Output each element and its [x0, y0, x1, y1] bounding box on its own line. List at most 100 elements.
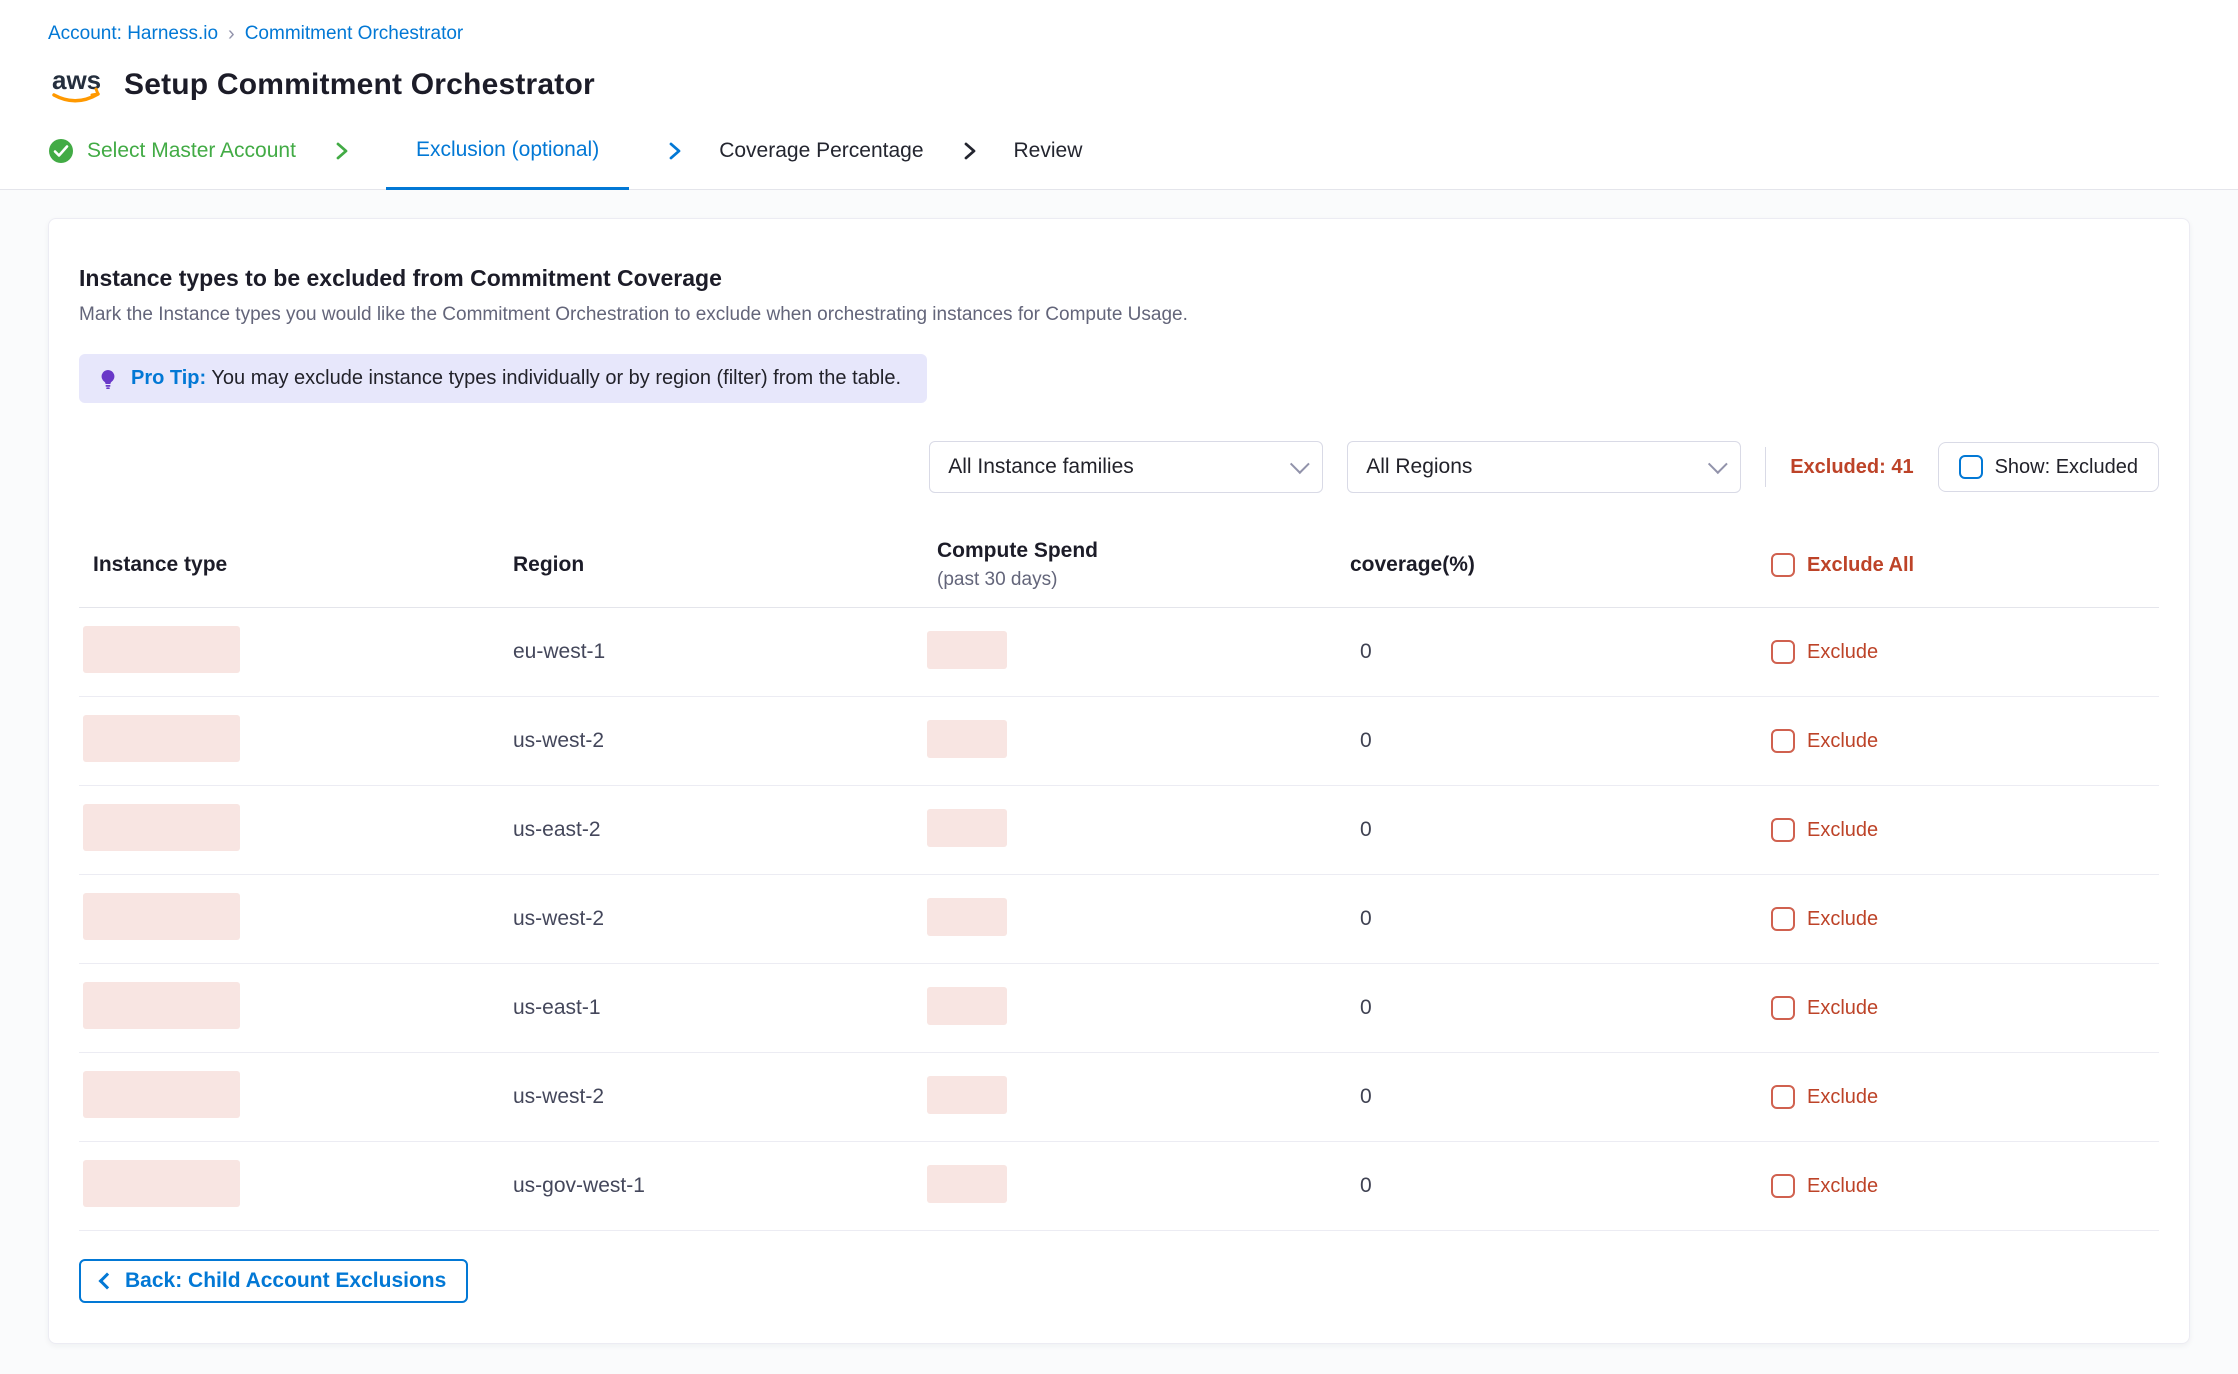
row-region: us-west-2	[513, 729, 604, 752]
title-row: aws Setup Commitment Orchestrator	[48, 58, 2190, 112]
table-row: us-west-2 0 Exclude	[79, 697, 2159, 786]
chevron-down-icon	[1290, 454, 1310, 474]
back-button-label: Back: Child Account Exclusions	[125, 1269, 446, 1293]
row-exclude-label[interactable]: Exclude	[1807, 641, 1878, 664]
lightbulb-icon	[97, 368, 119, 390]
chevron-right-icon	[663, 140, 685, 162]
row-region: us-west-2	[513, 907, 604, 930]
region-cell: us-gov-west-1	[499, 1174, 923, 1198]
coverage-cell: 0	[1336, 818, 1757, 842]
row-coverage: 0	[1360, 818, 1372, 841]
instance-families-select[interactable]: All Instance families	[929, 441, 1323, 493]
exclude-cell: Exclude	[1757, 640, 2159, 664]
redacted-compute-spend	[927, 1165, 1007, 1203]
header-compute-spend-sub: (past 30 days)	[937, 569, 1336, 591]
coverage-cell: 0	[1336, 996, 1757, 1020]
instance-type-cell	[79, 893, 499, 945]
region-cell: us-east-1	[499, 996, 923, 1020]
content-area: Instance types to be excluded from Commi…	[0, 190, 2238, 1372]
step-exclusion-optional[interactable]: Exclusion (optional)	[386, 113, 629, 190]
card-subtitle: Mark the Instance types you would like t…	[79, 304, 2159, 326]
region-cell: us-west-2	[499, 1085, 923, 1109]
exclude-checkbox[interactable]	[1771, 996, 1795, 1020]
exclude-checkbox[interactable]	[1771, 1174, 1795, 1198]
step-label: Exclusion (optional)	[416, 138, 599, 162]
regions-value: All Regions	[1366, 455, 1472, 479]
show-excluded-toggle[interactable]: Show: Excluded	[1938, 442, 2159, 492]
table-row: eu-west-1 0 Exclude	[79, 608, 2159, 697]
exclude-checkbox[interactable]	[1771, 729, 1795, 753]
pro-tip-label: Pro Tip:	[131, 367, 206, 389]
exclude-all-checkbox[interactable]	[1771, 553, 1795, 577]
aws-logo-icon: aws	[48, 65, 106, 105]
row-coverage: 0	[1360, 729, 1372, 752]
chevron-right-icon	[330, 140, 352, 162]
filters-row: All Instance families All Regions Exclud…	[79, 441, 2159, 493]
region-cell: eu-west-1	[499, 640, 923, 664]
row-region: us-east-1	[513, 996, 601, 1019]
coverage-cell: 0	[1336, 1085, 1757, 1109]
exclude-cell: Exclude	[1757, 1085, 2159, 1109]
coverage-cell: 0	[1336, 907, 1757, 931]
redacted-compute-spend	[927, 631, 1007, 669]
region-cell: us-east-2	[499, 818, 923, 842]
compute-spend-cell	[923, 987, 1336, 1030]
show-excluded-checkbox[interactable]	[1959, 455, 1983, 479]
breadcrumb-separator-icon: ›	[228, 22, 235, 46]
row-region: us-gov-west-1	[513, 1174, 645, 1197]
card-title: Instance types to be excluded from Commi…	[79, 265, 2159, 292]
redacted-instance-type	[83, 715, 240, 762]
header-exclude-all: Exclude All	[1757, 553, 2159, 577]
instance-type-cell	[79, 715, 499, 767]
header-region: Region	[499, 553, 923, 577]
instance-type-cell	[79, 1071, 499, 1123]
header-compute-spend-title: Compute Spend	[937, 539, 1336, 563]
breadcrumb-page-link[interactable]: Commitment Orchestrator	[245, 22, 464, 46]
row-exclude-label[interactable]: Exclude	[1807, 1086, 1878, 1109]
step-label: Review	[1014, 139, 1083, 163]
back-button[interactable]: Back: Child Account Exclusions	[79, 1259, 468, 1303]
compute-spend-cell	[923, 1165, 1336, 1208]
row-exclude-label[interactable]: Exclude	[1807, 908, 1878, 931]
pro-tip-text: Pro Tip: You may exclude instance types …	[131, 367, 901, 390]
table-row: us-east-2 0 Exclude	[79, 786, 2159, 875]
compute-spend-cell	[923, 631, 1336, 674]
header-coverage: coverage(%)	[1336, 553, 1757, 577]
redacted-compute-spend	[927, 1076, 1007, 1114]
table-row: us-west-2 0 Exclude	[79, 1053, 2159, 1142]
compute-spend-cell	[923, 898, 1336, 941]
exclude-all-label[interactable]: Exclude All	[1807, 554, 1914, 577]
instance-type-cell	[79, 804, 499, 856]
row-exclude-label[interactable]: Exclude	[1807, 997, 1878, 1020]
exclude-checkbox[interactable]	[1771, 818, 1795, 842]
compute-spend-cell	[923, 720, 1336, 763]
page-title: Setup Commitment Orchestrator	[124, 68, 595, 102]
breadcrumb-account-link[interactable]: Account: Harness.io	[48, 22, 218, 46]
table-body: eu-west-1 0 Exclude us-west-2 0 Exclude	[79, 608, 2159, 1231]
row-region: us-east-2	[513, 818, 601, 841]
step-coverage-percentage[interactable]: Coverage Percentage	[719, 112, 923, 189]
regions-select[interactable]: All Regions	[1347, 441, 1741, 493]
exclude-checkbox[interactable]	[1771, 640, 1795, 664]
redacted-compute-spend	[927, 720, 1007, 758]
exclude-cell: Exclude	[1757, 907, 2159, 931]
exclusion-table: Instance type Region Compute Spend (past…	[79, 539, 2159, 1231]
instance-type-cell	[79, 982, 499, 1034]
row-exclude-label[interactable]: Exclude	[1807, 1175, 1878, 1198]
redacted-compute-spend	[927, 809, 1007, 847]
redacted-compute-spend	[927, 987, 1007, 1025]
exclude-checkbox[interactable]	[1771, 907, 1795, 931]
compute-spend-cell	[923, 1076, 1336, 1119]
exclude-cell: Exclude	[1757, 996, 2159, 1020]
redacted-instance-type	[83, 982, 240, 1029]
step-select-master-account[interactable]: Select Master Account	[48, 112, 296, 189]
redacted-compute-spend	[927, 898, 1007, 936]
pro-tip-body: You may exclude instance types individua…	[211, 367, 901, 389]
redacted-instance-type	[83, 804, 240, 851]
step-review[interactable]: Review	[1014, 112, 1083, 189]
row-exclude-label[interactable]: Exclude	[1807, 730, 1878, 753]
row-coverage: 0	[1360, 640, 1372, 663]
row-region: eu-west-1	[513, 640, 605, 663]
exclude-checkbox[interactable]	[1771, 1085, 1795, 1109]
row-exclude-label[interactable]: Exclude	[1807, 819, 1878, 842]
